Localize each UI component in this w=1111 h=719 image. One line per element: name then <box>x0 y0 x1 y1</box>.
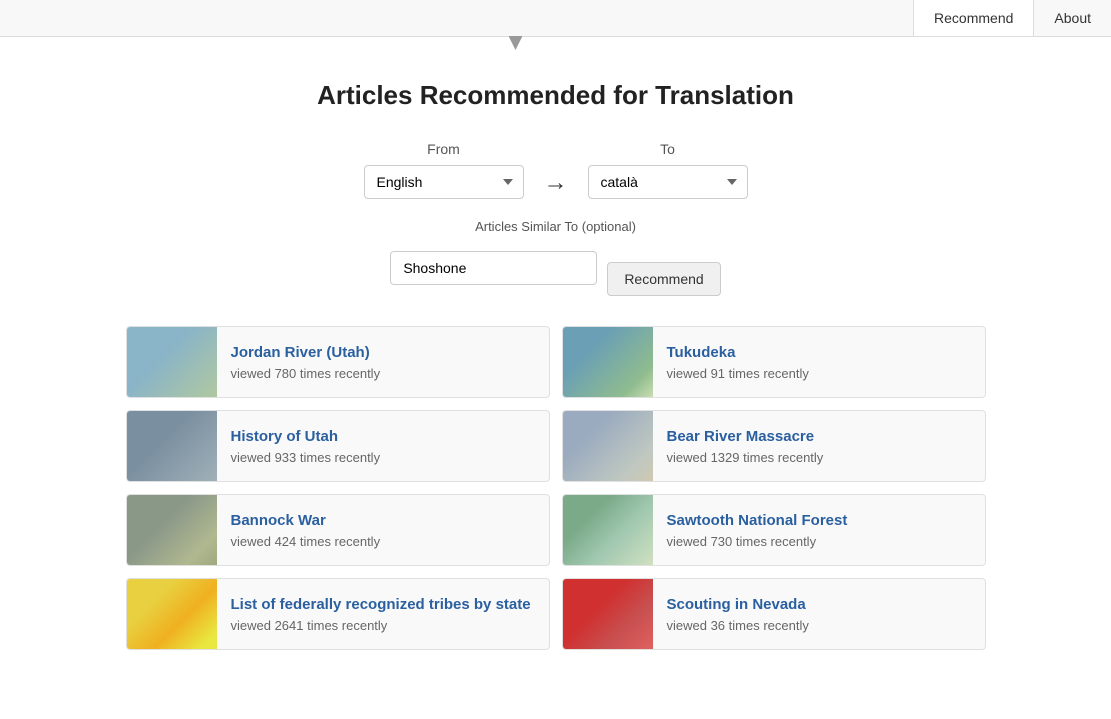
article-thumbnail <box>127 579 217 649</box>
similar-section: Articles Similar To (optional) Recommend <box>126 219 986 296</box>
article-card[interactable]: History of Utah viewed 933 times recently <box>126 410 550 482</box>
about-nav-button[interactable]: About <box>1034 0 1111 36</box>
article-title: Sawtooth National Forest <box>667 511 971 531</box>
language-selector-row: From English → To català <box>126 141 986 199</box>
article-views: viewed 730 times recently <box>667 534 971 549</box>
article-views: viewed 424 times recently <box>231 534 535 549</box>
article-card[interactable]: Scouting in Nevada viewed 36 times recent… <box>562 578 986 650</box>
article-thumbnail <box>563 327 653 397</box>
article-views: viewed 933 times recently <box>231 450 535 465</box>
article-title: Jordan River (Utah) <box>231 343 535 363</box>
article-title: Bannock War <box>231 511 535 531</box>
to-language-col: To català <box>588 141 748 199</box>
article-thumbnail <box>563 579 653 649</box>
article-title: History of Utah <box>231 427 535 447</box>
article-card[interactable]: Sawtooth National Forest viewed 730 times… <box>562 494 986 566</box>
article-views: viewed 780 times recently <box>231 366 535 381</box>
article-card[interactable]: Jordan River (Utah) viewed 780 times rece… <box>126 326 550 398</box>
nav-indicator <box>509 36 523 50</box>
article-thumbnail <box>127 327 217 397</box>
article-title: Scouting in Nevada <box>667 595 971 615</box>
article-info: Bannock War viewed 424 times recently <box>217 501 549 560</box>
to-language-select[interactable]: català <box>588 165 748 199</box>
from-language-select[interactable]: English <box>364 165 524 199</box>
article-info: Scouting in Nevada viewed 36 times recent… <box>653 585 985 644</box>
main-content: Articles Recommended for Translation Fro… <box>106 50 1006 680</box>
recommend-nav-button[interactable]: Recommend <box>913 0 1034 36</box>
article-thumbnail <box>563 411 653 481</box>
article-views: viewed 1329 times recently <box>667 450 971 465</box>
article-title: List of federally recognized tribes by s… <box>231 595 535 615</box>
article-info: Sawtooth National Forest viewed 730 times… <box>653 501 985 560</box>
article-info: History of Utah viewed 933 times recently <box>217 417 549 476</box>
article-thumbnail <box>563 495 653 565</box>
page-title: Articles Recommended for Translation <box>126 80 986 111</box>
article-title: Bear River Massacre <box>667 427 971 447</box>
from-language-col: From English <box>364 141 524 199</box>
articles-grid: Jordan River (Utah) viewed 780 times rece… <box>126 326 986 650</box>
article-title: Tukudeka <box>667 343 971 363</box>
article-card[interactable]: Bannock War viewed 424 times recently <box>126 494 550 566</box>
similar-input[interactable] <box>390 251 597 285</box>
article-info: Jordan River (Utah) viewed 780 times rece… <box>217 333 549 392</box>
article-thumbnail <box>127 411 217 481</box>
article-thumbnail <box>127 495 217 565</box>
article-card[interactable]: Bear River Massacre viewed 1329 times rec… <box>562 410 986 482</box>
to-label: To <box>660 141 675 157</box>
top-navigation: Recommend About <box>0 0 1111 37</box>
article-views: viewed 36 times recently <box>667 618 971 633</box>
article-card[interactable]: Tukudeka viewed 91 times recently <box>562 326 986 398</box>
article-info: Tukudeka viewed 91 times recently <box>653 333 985 392</box>
direction-arrow: → <box>544 141 568 197</box>
recommend-button[interactable]: Recommend <box>607 262 720 296</box>
article-views: viewed 2641 times recently <box>231 618 535 633</box>
article-views: viewed 91 times recently <box>667 366 971 381</box>
similar-label: Articles Similar To (optional) <box>126 219 986 234</box>
article-info: Bear River Massacre viewed 1329 times rec… <box>653 417 985 476</box>
article-info: List of federally recognized tribes by s… <box>217 585 549 644</box>
from-label: From <box>427 141 460 157</box>
article-card[interactable]: List of federally recognized tribes by s… <box>126 578 550 650</box>
